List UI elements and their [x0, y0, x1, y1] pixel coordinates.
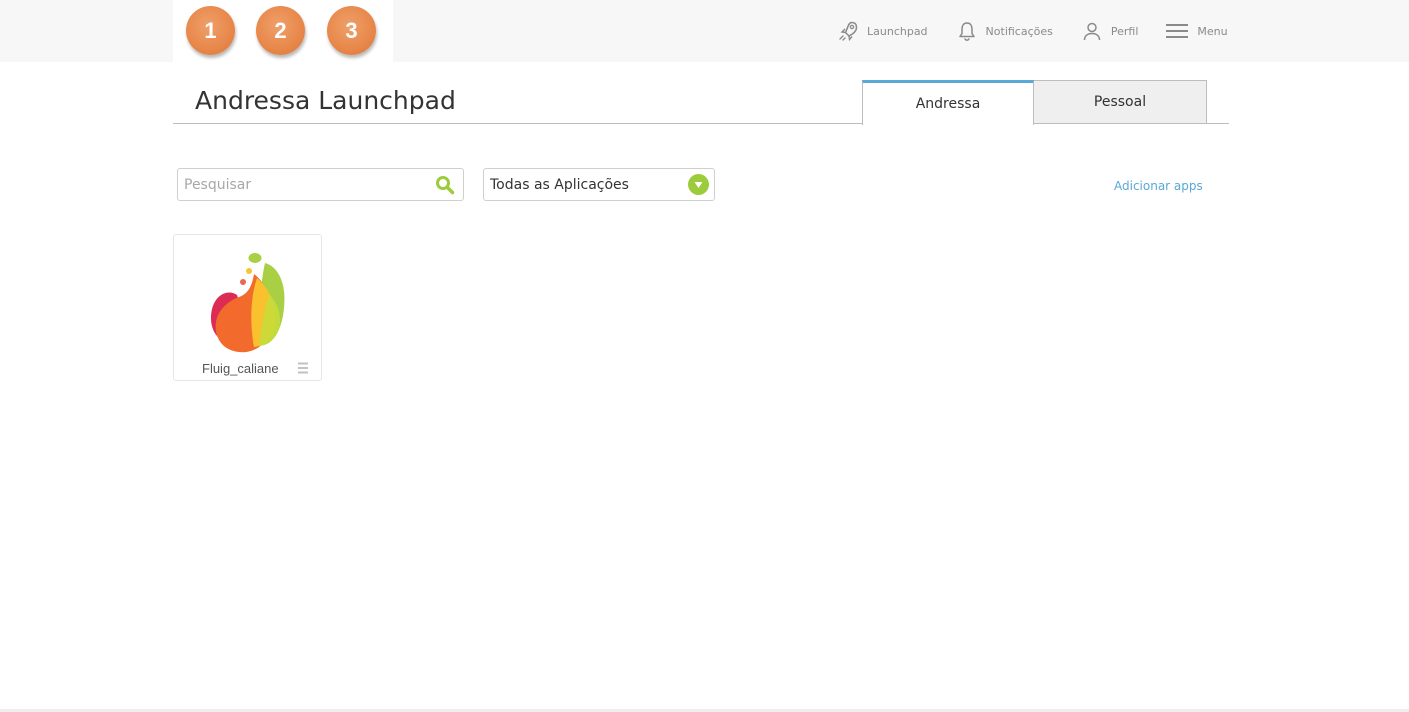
- nav-notifications-label: Notificações: [985, 24, 1053, 38]
- top-bar: 1 2 3 Launchpad Notificações Perfil Menu: [0, 0, 1409, 62]
- search-icon[interactable]: [435, 175, 455, 195]
- category-select[interactable]: Todas as Aplicações: [483, 168, 715, 201]
- search-field: [177, 168, 464, 201]
- nav-menu[interactable]: Menu: [1165, 0, 1228, 62]
- rocket-icon: [839, 21, 858, 42]
- nav-profile-label: Perfil: [1110, 24, 1139, 38]
- list-menu-icon[interactable]: [296, 361, 310, 375]
- steps-logo: 1 2 3: [173, 0, 393, 62]
- category-select-value: Todas as Aplicações: [490, 177, 629, 193]
- nav-launchpad-label: Launchpad: [867, 24, 928, 38]
- nav-notifications[interactable]: Notificações: [956, 0, 1053, 62]
- app-name-label: Fluig_caliane: [202, 361, 279, 376]
- nav-profile[interactable]: Perfil: [1081, 0, 1139, 62]
- top-nav: Launchpad Notificações Perfil Menu: [837, 0, 1228, 62]
- hamburger-menu-icon: [1166, 24, 1189, 38]
- chevron-down-icon: [688, 174, 709, 195]
- nav-launchpad[interactable]: Launchpad: [837, 0, 928, 62]
- step-2-badge[interactable]: 2: [256, 6, 305, 55]
- bell-icon: [958, 22, 975, 41]
- search-input[interactable]: [184, 169, 429, 200]
- tab-andressa[interactable]: Andressa: [862, 80, 1034, 125]
- app-card[interactable]: Fluig_caliane: [173, 234, 322, 381]
- nav-menu-label: Menu: [1197, 24, 1228, 38]
- add-apps-link[interactable]: Adicionar apps: [1114, 179, 1203, 193]
- tab-pessoal[interactable]: Pessoal: [1034, 80, 1207, 124]
- user-icon: [1083, 22, 1101, 41]
- step-1-badge[interactable]: 1: [186, 6, 235, 55]
- page-title: Andressa Launchpad: [195, 86, 456, 115]
- step-3-badge[interactable]: 3: [327, 6, 376, 55]
- fluig-logo-icon: [210, 253, 285, 353]
